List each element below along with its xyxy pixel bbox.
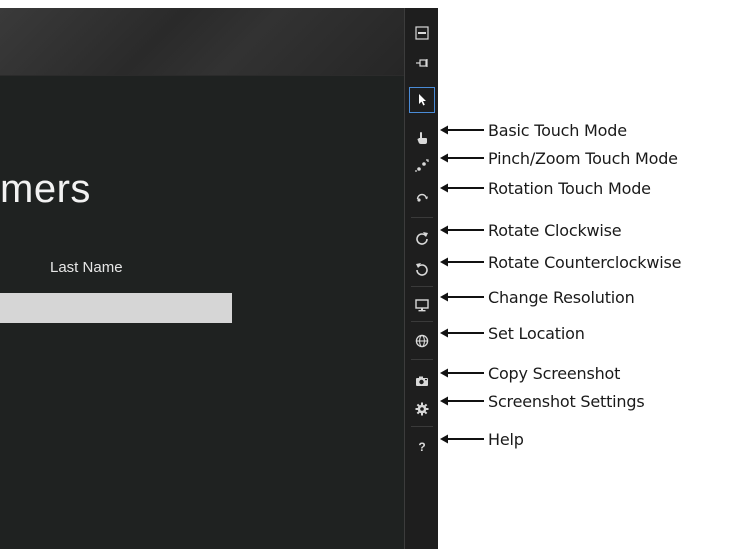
callout-help: Help [440,429,730,449]
arrow-left-icon [440,225,484,235]
set-location-button[interactable] [409,328,435,354]
help-button[interactable]: ? [409,434,435,460]
globe-icon [415,334,429,348]
arrow-left-icon [440,434,484,444]
pinch-zoom-touch-mode-button[interactable] [409,153,435,179]
rotate-counterclockwise-icon [415,262,429,276]
arrow-left-icon [440,183,484,193]
arrow-left-icon [440,257,484,267]
callout-rotation-touch-mode: Rotation Touch Mode [440,178,730,198]
callout-screenshot-settings: Screenshot Settings [440,391,730,411]
arrow-left-icon [440,153,484,163]
arrow-left-icon [440,396,484,406]
app-canvas: mers Last Name [0,76,404,549]
callout-copy-screenshot: Copy Screenshot [440,363,730,383]
basic-touch-mode-button[interactable] [409,125,435,151]
copy-screenshot-button[interactable] [409,368,435,394]
callout-rotate-counterclockwise: Rotate Counterclockwise [440,252,730,272]
callout-set-location: Set Location [440,323,730,343]
last-name-input[interactable] [0,293,232,323]
callout-label: Help [488,429,524,449]
arrow-left-icon [440,292,484,302]
rotation-touch-icon [415,189,429,203]
rotate-counterclockwise-button[interactable] [409,256,435,282]
toolbar-separator [411,217,433,218]
simulator-toolbar: ? [404,8,438,549]
callout-label: Basic Touch Mode [488,120,627,140]
callout-label: Rotate Clockwise [488,220,622,240]
toolbar-separator [411,426,433,427]
callout-label: Set Location [488,323,585,343]
callout-label: Rotate Counterclockwise [488,252,682,272]
callout-label: Copy Screenshot [488,363,621,383]
simulator-header [0,8,404,75]
rotate-clockwise-icon [415,231,429,245]
pin-button[interactable] [409,50,435,76]
callout-label: Rotation Touch Mode [488,178,651,198]
toolbar-separator [411,359,433,360]
monitor-icon [415,298,429,312]
change-resolution-button[interactable] [409,292,435,318]
arrow-left-icon [440,328,484,338]
rotation-touch-mode-button[interactable] [409,183,435,209]
page-title: mers [0,167,91,211]
touch-hand-icon [415,131,429,145]
last-name-label: Last Name [50,259,123,276]
simulator-window: mers Last Name ? [0,8,438,549]
callout-pinch-zoom-touch-mode: Pinch/Zoom Touch Mode [440,148,730,168]
callout-label: Change Resolution [488,287,635,307]
callout-label: Pinch/Zoom Touch Mode [488,148,678,168]
camera-icon [415,374,429,388]
callout-basic-touch-mode: Basic Touch Mode [440,120,730,140]
mouse-pointer-icon [416,93,428,107]
mouse-mode-button[interactable] [409,87,435,113]
screenshot-settings-button[interactable] [409,396,435,422]
question-icon: ? [418,440,426,454]
toolbar-separator [411,321,433,322]
minimize-button[interactable] [409,20,435,46]
toolbar-separator [411,286,433,287]
arrow-left-icon [440,125,484,135]
pin-icon [415,56,429,70]
callout-change-resolution: Change Resolution [440,287,730,307]
pinch-zoom-icon [415,159,429,173]
minimize-icon [415,26,429,40]
gear-icon [415,402,429,416]
callout-label: Screenshot Settings [488,391,645,411]
callout-rotate-clockwise: Rotate Clockwise [440,220,730,240]
rotate-clockwise-button[interactable] [409,225,435,251]
arrow-left-icon [440,368,484,378]
